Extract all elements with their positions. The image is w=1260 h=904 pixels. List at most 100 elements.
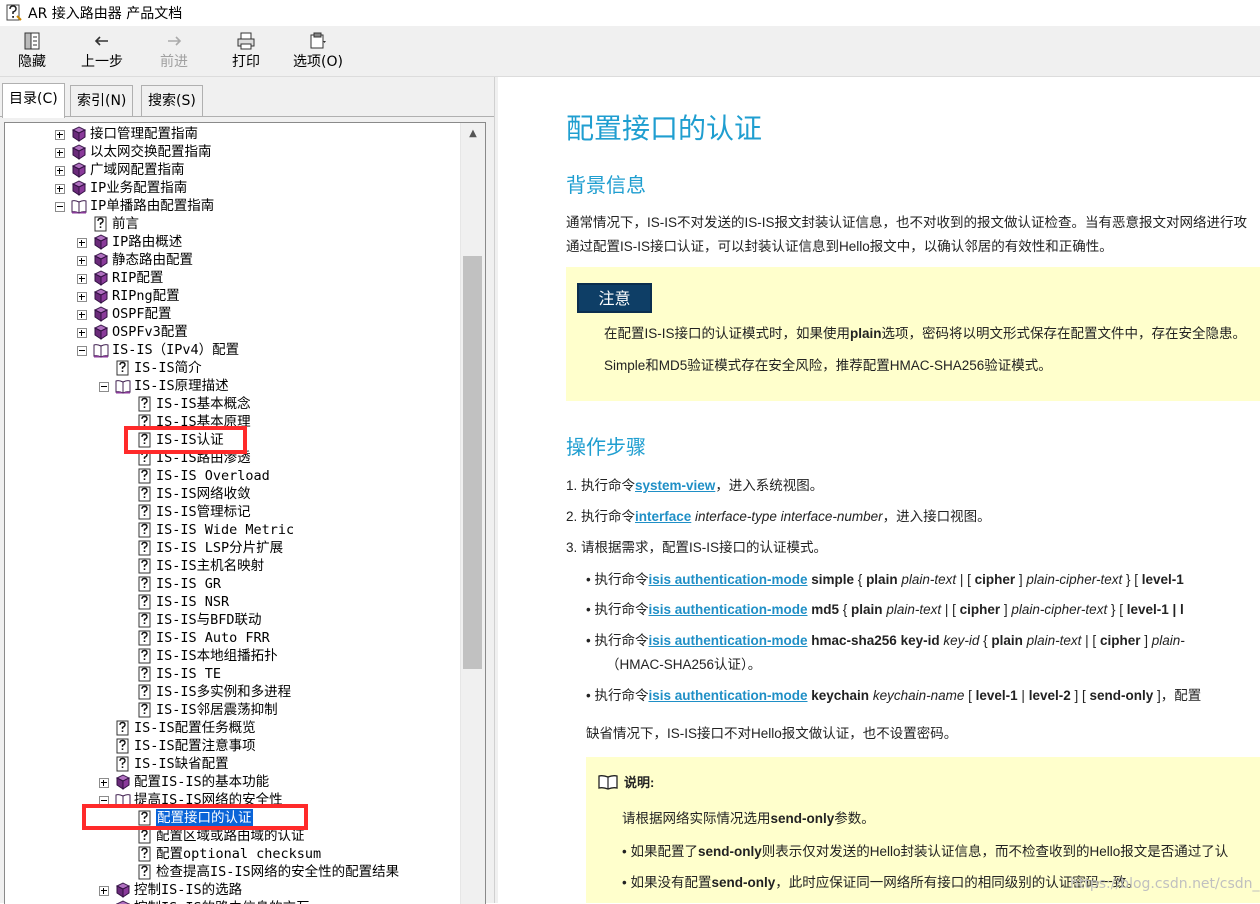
help-page-icon [115,720,131,736]
closed-book-icon [93,234,109,250]
tree-item[interactable]: IS-IS网络收敛 [5,485,458,503]
scroll-up-arrow-icon[interactable]: ▲ [461,123,485,145]
open-book-icon [71,198,87,214]
tree-item[interactable]: 广域网配置指南 [5,161,458,179]
expand-icon[interactable] [77,256,87,266]
tree-item[interactable]: OSPF配置 [5,305,458,323]
closed-book-icon [71,162,87,178]
tree-item-label: IS-IS配置注意事项 [134,738,256,754]
bullet-md5: • 执行命令isis authentication-mode md5 { pla… [586,602,1184,617]
collapse-icon[interactable] [77,346,87,356]
expand-icon[interactable] [55,184,65,194]
tree-item[interactable]: IS-IS GR [5,575,458,593]
print-label: 打印 [232,54,260,70]
tree-item[interactable]: IS-IS TE [5,665,458,683]
tree-item[interactable]: 前言 [5,215,458,233]
tree-scrollbar[interactable]: ▲ [460,123,485,904]
tree-item[interactable]: 配置optional checksum [5,845,458,863]
bullet-keychain: • 执行命令isis authentication-mode keychain … [586,688,1202,703]
collapse-icon[interactable] [99,382,109,392]
tree-item[interactable]: 以太网交换配置指南 [5,143,458,161]
page-title: 配置接口的认证 [566,113,763,144]
tree-item[interactable]: IS-IS原理描述 [5,377,458,395]
tab-search[interactable]: 搜索(S) [141,85,203,117]
isis-auth-mode-link-1[interactable]: isis authentication-mode [648,572,807,587]
expand-icon[interactable] [55,166,65,176]
open-book-icon [93,342,109,358]
isis-auth-mode-link-2[interactable]: isis authentication-mode [648,602,807,617]
scrollbar-thumb[interactable] [463,256,482,669]
tab-index[interactable]: 索引(N) [70,85,134,117]
expand-icon[interactable] [55,148,65,158]
tree-item-label: IS-IS简介 [134,360,202,376]
tree-item[interactable]: 接口管理配置指南 [5,125,458,143]
tree-item[interactable]: IP业务配置指南 [5,179,458,197]
help-page-icon [137,522,153,538]
tree-item-label: IS-IS Wide Metric [156,522,295,538]
tree-item-label: OSPF配置 [112,306,172,322]
help-page-icon [115,360,131,376]
note-heading: 说明: [598,772,654,791]
tree-item[interactable]: IS-IS本地组播拓扑 [5,647,458,665]
expand-icon[interactable] [55,130,65,140]
hide-button[interactable]: 隐藏 [2,28,62,74]
tree-item[interactable]: IS-IS Wide Metric [5,521,458,539]
tree-item[interactable]: IS-IS（IPv4）配置 [5,341,458,359]
options-label: 选项(O) [293,54,343,70]
options-button[interactable]: 选项(O) [288,28,348,74]
forward-button[interactable]: 前进 [144,28,204,74]
back-button[interactable]: 上一步 [72,28,132,74]
tree-item[interactable]: 检查提高IS-IS网络的安全性的配置结果 [5,863,458,881]
tree-item[interactable]: IS-IS邻居震荡抑制 [5,701,458,719]
tree-item[interactable]: IS-IS管理标记 [5,503,458,521]
tree-item[interactable]: IS-IS配置注意事项 [5,737,458,755]
isis-auth-mode-link-4[interactable]: isis authentication-mode [648,688,807,703]
caution-text-line1: 在配置IS-IS接口的认证模式时，如果使用plain选项，密码将以明文形式保存在… [604,326,1247,341]
tree-item[interactable]: 静态路由配置 [5,251,458,269]
tree-item[interactable]: IS-IS主机名映射 [5,557,458,575]
tree-item[interactable]: 控制IS-IS的路由信息的交互 [5,899,458,904]
expand-icon[interactable] [77,238,87,248]
tree-item[interactable]: IS-IS多实例和多进程 [5,683,458,701]
tab-contents[interactable]: 目录(C) [2,83,65,118]
nav-tabs: 目录(C) 索引(N) 搜索(S) [0,83,494,118]
closed-book-icon [115,882,131,898]
print-button[interactable]: 打印 [216,28,276,74]
expand-icon[interactable] [77,310,87,320]
system-view-link[interactable]: system-view [635,478,715,493]
tree-item[interactable]: IS-IS Overload [5,467,458,485]
help-page-icon [115,756,131,772]
tree-item[interactable]: IS-IS基本概念 [5,395,458,413]
tree-item[interactable]: IP单播路由配置指南 [5,197,458,215]
tree-item[interactable]: IS-IS NSR [5,593,458,611]
tree-item[interactable]: 控制IS-IS的选路 [5,881,458,899]
expand-icon[interactable] [99,778,109,788]
tree-item-label: 控制IS-IS的选路 [134,882,243,898]
expand-icon[interactable] [77,292,87,302]
interface-link[interactable]: interface [635,509,691,524]
tree-item[interactable]: RIP配置 [5,269,458,287]
tree-item-label: 以太网交换配置指南 [90,144,212,160]
tree-item[interactable]: IS-IS与BFD联动 [5,611,458,629]
tree-item[interactable]: RIPng配置 [5,287,458,305]
tree-item[interactable]: IS-IS LSP分片扩展 [5,539,458,557]
step-2: 2. 执行命令interface interface-type interfac… [566,509,991,524]
expand-icon[interactable] [77,274,87,284]
tree-item[interactable]: IS-IS配置任务概览 [5,719,458,737]
tree-item-label: IS-IS LSP分片扩展 [156,540,284,556]
collapse-icon[interactable] [55,202,65,212]
closed-book-icon [93,306,109,322]
isis-auth-mode-link-3[interactable]: isis authentication-mode [648,633,807,648]
tree-item-label: 前言 [112,216,139,232]
tree-item[interactable]: IP路由概述 [5,233,458,251]
expand-icon[interactable] [77,328,87,338]
tree-item[interactable]: IS-IS缺省配置 [5,755,458,773]
contents-tree[interactable]: 接口管理配置指南 以太网交换配置指南 广域网配置指南 IP业务配置指南 IP单播路由配置… [5,123,458,904]
expand-icon[interactable] [99,886,109,896]
tree-item[interactable]: IS-IS Auto FRR [5,629,458,647]
note-line1: 请根据网络实际情况选用send-only参数。 [622,811,875,826]
tree-item[interactable]: IS-IS简介 [5,359,458,377]
tree-item[interactable]: 配置IS-IS的基本功能 [5,773,458,791]
tree-item[interactable]: OSPFv3配置 [5,323,458,341]
help-page-icon [137,630,153,646]
